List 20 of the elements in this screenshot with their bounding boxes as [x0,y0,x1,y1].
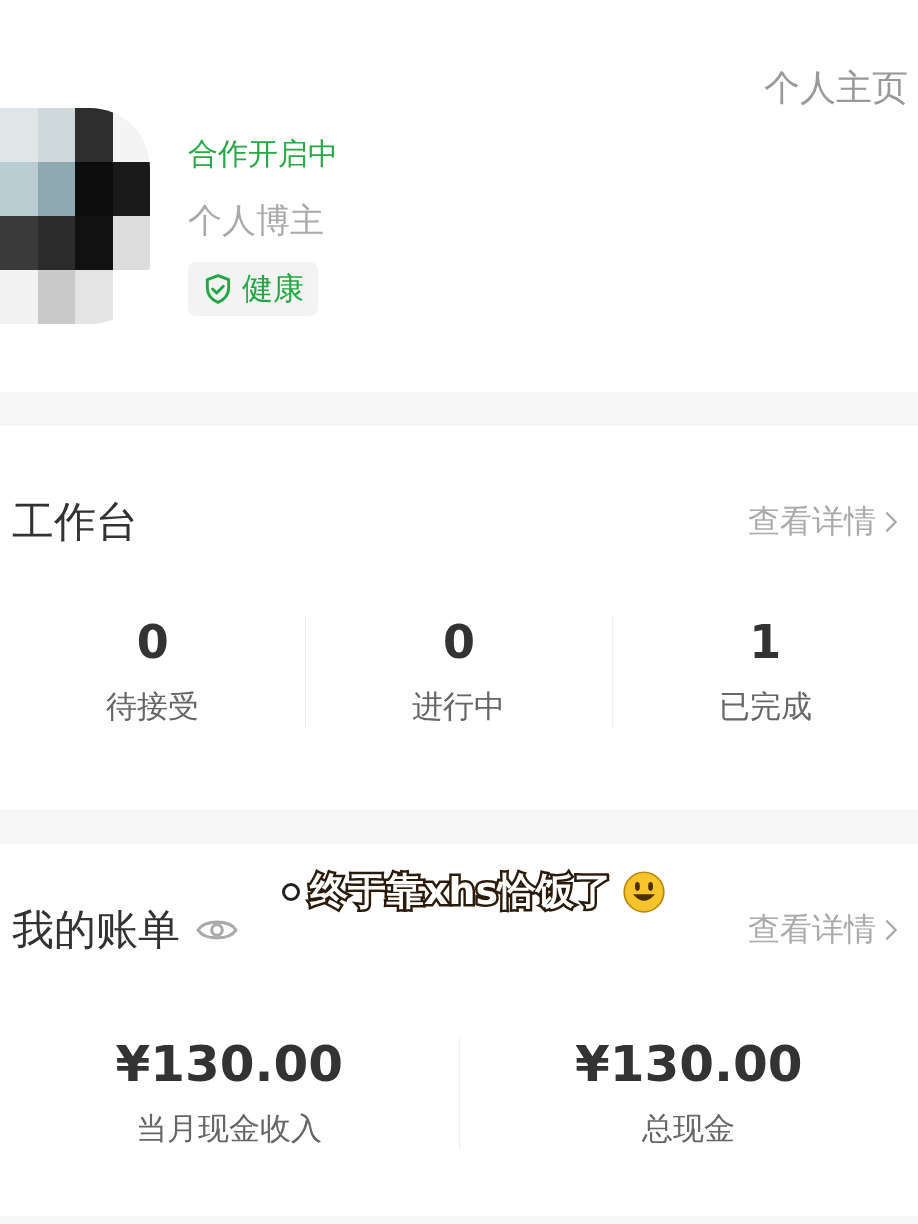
stat-value: 0 [136,616,169,668]
health-label: 健康 [242,269,304,308]
smiley-icon [622,869,667,914]
stat-value: 1 [749,616,782,668]
amount-value: ¥130.00 [115,1038,344,1090]
section-title: 工作台 [12,496,138,548]
details-link[interactable]: 查看详情 [748,500,876,544]
amount-label: 总现金 [642,1109,736,1148]
homepage-link[interactable]: 个人主页 [764,64,908,113]
amount-label: 当月现金收入 [136,1109,323,1148]
stat-value: 0 [443,616,475,668]
section-title: 我的账单 [12,904,180,956]
bullet-icon [282,882,300,901]
stat-label: 待接受 [106,687,200,726]
account-type: 个人博主 [188,199,324,242]
stat-label: 已完成 [718,687,812,726]
cooperation-status: 合作开启中 [188,135,338,173]
details-link[interactable]: 查看详情 [748,908,876,952]
stat-label: 进行中 [412,687,506,726]
amount-value: ¥130.00 [574,1038,803,1090]
